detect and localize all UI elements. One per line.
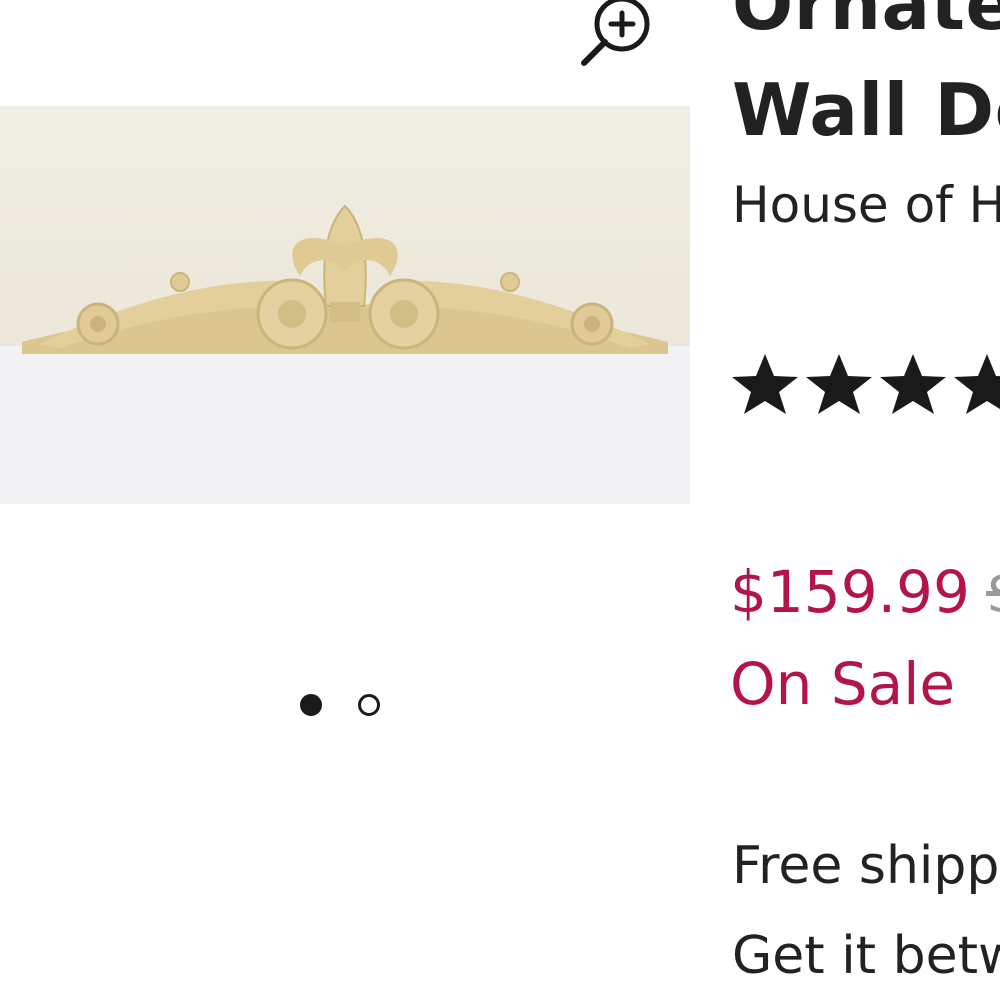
star-icon [806, 354, 872, 414]
star-icon [954, 354, 1000, 414]
product-image[interactable] [0, 106, 690, 504]
delivery-estimate: Get it betw [732, 926, 1000, 986]
rating-stars[interactable] [728, 350, 1000, 420]
carousel-dot-2[interactable] [358, 694, 380, 716]
brand-link[interactable]: House of H [732, 176, 1000, 234]
zoom-button[interactable] [578, 0, 662, 70]
original-price: $ [986, 558, 1000, 626]
shipping-info: Free shipp [732, 836, 1000, 896]
star-icon [880, 354, 946, 414]
product-title-line-1: Ornate [732, 0, 1000, 46]
sale-label: On Sale [730, 650, 956, 718]
carousel-dot-1[interactable] [300, 694, 322, 716]
product-photo [0, 106, 690, 504]
star-icon [732, 354, 798, 414]
product-title-line-2: Wall Dé [732, 68, 1000, 152]
carousel-dots [296, 694, 396, 724]
sale-price: $159.99 [730, 558, 970, 626]
zoom-in-icon [581, 0, 650, 66]
